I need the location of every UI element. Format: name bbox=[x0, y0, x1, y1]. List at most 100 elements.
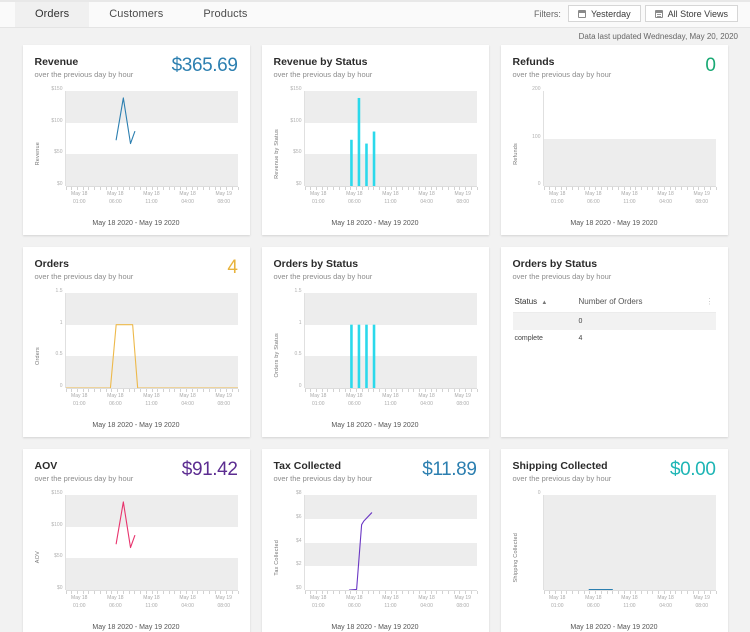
x-axis-tick-mark bbox=[122, 591, 124, 595]
x-axis-ticks bbox=[304, 590, 478, 595]
x-axis-tick-mark bbox=[612, 187, 614, 191]
column-label-orders: Number of Orders bbox=[578, 297, 643, 307]
bar bbox=[372, 131, 375, 187]
plot-region: May 18 01:00 May 18 06:00 May 18 11:00 May 18 0… bbox=[303, 293, 478, 407]
table-row[interactable]: 0 bbox=[512, 312, 716, 331]
x-axis-tick-mark bbox=[99, 389, 101, 393]
date-range-label: May 18 2020 - May 19 2020 bbox=[92, 422, 180, 429]
table-row[interactable]: complete 4 bbox=[513, 330, 716, 347]
x-axis-tick-mark bbox=[646, 591, 648, 595]
x-axis-tick-mark bbox=[76, 389, 78, 393]
x-axis-tick-mark bbox=[384, 187, 386, 191]
card-title: Revenue by Status bbox=[273, 56, 368, 68]
card-header: Orders by Status over the previous day b… bbox=[274, 258, 477, 281]
chart-area: Orders 1.5 1 0.5 0 May 18 01:00 May 18 06:00 Ma… bbox=[35, 288, 239, 420]
x-axis-tick-mark bbox=[715, 591, 717, 595]
card-heading-group: Orders by Status over the previous day b… bbox=[513, 258, 612, 281]
x-axis-tick-mark bbox=[549, 187, 551, 191]
x-axis-tick-mark bbox=[396, 389, 398, 393]
x-axis-tick-mark bbox=[76, 187, 78, 191]
x-axis-label: May 18 06:00 bbox=[107, 595, 124, 609]
date-range-label: May 18 2020 - May 19 2020 bbox=[331, 624, 419, 631]
card-heading-group: Tax Collected over the previous day by h… bbox=[274, 460, 373, 483]
plot-region: May 18 01:00 May 18 06:00 May 18 11:00 May 18 0… bbox=[64, 495, 239, 609]
y-axis-tick: $4 bbox=[295, 537, 302, 544]
x-axis-tick-mark bbox=[361, 591, 363, 595]
x-axis-tick-mark bbox=[396, 591, 398, 595]
column-header-options[interactable]: ⋮ bbox=[694, 293, 716, 314]
status-table: Status ▲ Number of Orders ⋮ 0 complete 4 bbox=[512, 293, 716, 347]
tab-products[interactable]: Products bbox=[183, 0, 267, 27]
x-axis-tick-mark bbox=[470, 187, 472, 191]
x-axis-tick-mark bbox=[572, 591, 574, 595]
x-axis-tick-mark bbox=[122, 187, 124, 191]
x-axis-label: May 19 08:00 bbox=[454, 393, 471, 407]
x-axis-tick-mark bbox=[145, 591, 147, 595]
x-axis-tick-mark bbox=[134, 187, 136, 191]
x-axis-tick-mark bbox=[157, 389, 159, 393]
x-axis-labels: May 18 01:00 May 18 06:00 May 18 11:00 May 18 0… bbox=[305, 191, 477, 207]
store-filter-label: All Store Views bbox=[667, 8, 728, 19]
plot-region: May 18 01:00 May 18 06:00 May 18 11:00 May 18 0… bbox=[64, 293, 239, 407]
x-axis-tick-mark bbox=[384, 389, 386, 393]
y-axis-tick: $50 bbox=[54, 553, 63, 560]
x-axis-tick-mark bbox=[566, 187, 568, 191]
x-axis-tick-mark bbox=[71, 187, 73, 191]
card-heading-group: Shipping Collected over the previous day… bbox=[513, 460, 612, 483]
x-axis-tick-mark bbox=[111, 591, 113, 595]
x-axis-tick-mark bbox=[686, 591, 688, 595]
x-axis-tick-mark bbox=[635, 591, 637, 595]
x-axis-tick-mark bbox=[220, 389, 222, 393]
x-axis-label: May 18 06:00 bbox=[346, 393, 363, 407]
x-axis-tick-mark bbox=[465, 591, 467, 595]
date-filter-label: Yesterday bbox=[590, 8, 631, 19]
y-axis: 0 bbox=[521, 490, 543, 622]
x-axis-label: May 18 01:00 bbox=[310, 191, 327, 205]
y-axis-tick: 1.5 bbox=[55, 288, 63, 295]
x-axis-tick-mark bbox=[566, 591, 568, 595]
card-subtitle: over the previous day by hour bbox=[273, 70, 373, 80]
plot-region: May 18 01:00 May 18 06:00 May 18 11:00 May 18 0… bbox=[303, 91, 478, 205]
y-axis-tick: $150 bbox=[51, 86, 63, 93]
column-header-number-of-orders[interactable]: Number of Orders bbox=[576, 293, 695, 314]
card-header: Orders over the previous day by hour 4 bbox=[35, 258, 238, 281]
x-axis-tick-mark bbox=[373, 389, 375, 393]
x-axis-ticks bbox=[304, 388, 478, 393]
x-axis-tick-mark bbox=[180, 389, 182, 393]
x-axis-tick-mark bbox=[237, 389, 239, 393]
column-header-status[interactable]: Status ▲ bbox=[512, 293, 577, 314]
x-axis-tick-mark bbox=[430, 389, 432, 393]
store-filter-button[interactable]: All Store Views bbox=[644, 5, 738, 22]
x-axis-tick-mark bbox=[304, 187, 306, 191]
tab-customers[interactable]: Customers bbox=[89, 0, 183, 27]
x-axis-tick-mark bbox=[373, 591, 375, 595]
chart-area: Revenue by Status $150 $100 $50 $0 May 18 01… bbox=[274, 86, 478, 218]
chart-area: AOV $150 $100 $50 $0 May 18 01:00 May 18 06:00… bbox=[35, 490, 239, 622]
x-axis-tick-mark bbox=[401, 389, 403, 393]
x-axis-tick-mark bbox=[640, 591, 642, 595]
sort-ascending-icon[interactable]: ▲ bbox=[541, 300, 547, 306]
date-filter-button[interactable]: Yesterday bbox=[567, 5, 641, 22]
x-axis-tick-mark bbox=[373, 187, 375, 191]
card-subtitle: over the previous day by hour bbox=[273, 474, 373, 484]
tab-orders[interactable]: Orders bbox=[15, 0, 90, 27]
x-axis-tick-mark bbox=[168, 389, 170, 393]
x-axis-label: May 18 11:00 bbox=[143, 191, 160, 205]
x-axis-tick-mark bbox=[157, 187, 159, 191]
cell-status bbox=[512, 312, 577, 331]
x-axis-label: May 18 11:00 bbox=[143, 393, 160, 407]
x-axis-label: May 18 06:00 bbox=[107, 191, 124, 205]
x-axis-tick-mark bbox=[231, 591, 233, 595]
y-axis-tick: $150 bbox=[290, 86, 302, 93]
x-axis-tick-mark bbox=[361, 187, 363, 191]
y-axis-tick: 0.5 bbox=[55, 351, 63, 358]
x-axis-tick-mark bbox=[476, 389, 478, 393]
x-axis-label: May 18 06:00 bbox=[346, 191, 363, 205]
x-axis-label: May 18 11:00 bbox=[382, 393, 399, 407]
x-axis-tick-mark bbox=[168, 591, 170, 595]
x-axis-tick-mark bbox=[470, 389, 472, 393]
y-axis: 1.5 1 0.5 0 bbox=[282, 288, 304, 420]
x-axis-tick-mark bbox=[214, 187, 216, 191]
card-header: Revenue by Status over the previous day … bbox=[274, 56, 477, 79]
y-axis-tick: 0 bbox=[298, 383, 302, 390]
